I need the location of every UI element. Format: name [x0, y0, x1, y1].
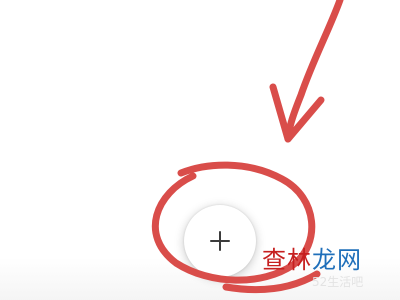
watermark-logo-part2: 龙网: [312, 246, 362, 274]
watermark-logo: 查林龙网: [262, 248, 362, 272]
app-screen: 查林龙网 52生活吧: [0, 0, 400, 300]
annotation-arrow-head: [269, 83, 325, 143]
watermark-site: 52生活吧: [312, 275, 364, 289]
watermark-logo-part1: 查林: [262, 246, 312, 274]
add-button[interactable]: [184, 205, 256, 277]
annotation-arrow-shaft: [284, 0, 344, 143]
plus-icon: [208, 229, 232, 253]
